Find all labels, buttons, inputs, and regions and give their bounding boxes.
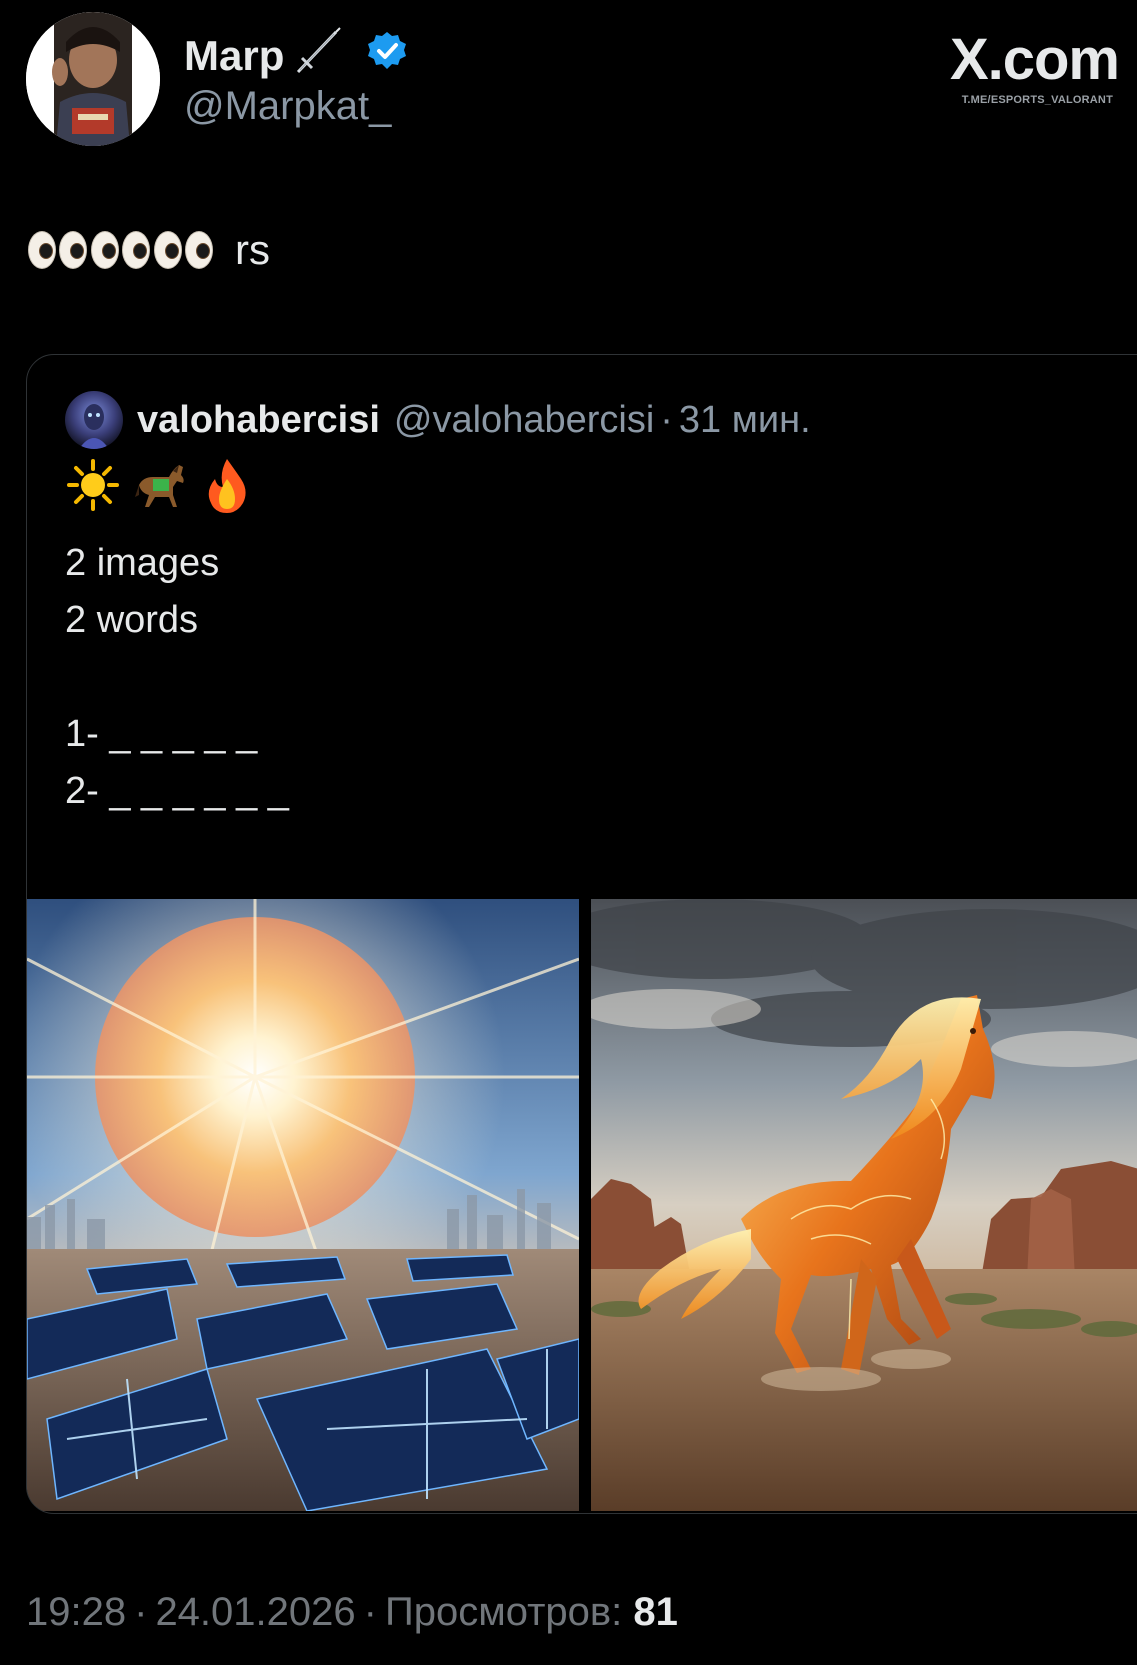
quoted-text-line: 2- _ _ _ _ _ _ <box>65 770 289 812</box>
quoted-author-avatar[interactable] <box>65 391 123 449</box>
separator-dot: · <box>660 398 673 441</box>
author-display-name-row[interactable]: Marp <box>184 26 344 86</box>
sword-icon <box>292 26 344 86</box>
eyes-emoji <box>91 231 150 269</box>
x-logo: X.com <box>949 27 1120 92</box>
quoted-tweet-text: 2 images 2 words 1- _ _ _ _ _ 2- _ _ _ _… <box>65 535 289 820</box>
brand-watermark: X.com T.ME/ESPORTS_VALORANT <box>949 27 1120 107</box>
views-label: Просмотров: <box>384 1590 623 1634</box>
quoted-media-grid <box>27 899 1137 1511</box>
fire-horse-in-desert-image[interactable] <box>591 899 1137 1511</box>
tweet-date[interactable]: 24.01.2026 <box>155 1590 355 1634</box>
avatar-image <box>26 12 160 146</box>
quoted-tweet-header: valohabercisi @valohabercisi · 31 мин. <box>65 391 811 449</box>
watermark-text: T.ME/ESPORTS_VALORANT <box>961 94 1113 106</box>
eyes-emoji <box>154 231 213 269</box>
quoted-text-line: 2 images <box>65 542 220 584</box>
separator-dot: · <box>134 1590 148 1634</box>
views-count[interactable]: 81 <box>633 1590 678 1634</box>
quoted-text-line: 2 words <box>65 599 199 641</box>
quoted-text-line: 1- _ _ _ _ _ <box>65 713 258 755</box>
author-display-name[interactable]: Marp <box>184 32 284 80</box>
quoted-tweet-card[interactable]: valohabercisi @valohabercisi · 31 мин. 2… <box>26 354 1137 1514</box>
tweet-text: rs <box>28 222 270 278</box>
tweet-time[interactable]: 19:28 <box>26 1590 126 1634</box>
sun-over-solar-panels-image[interactable] <box>27 899 579 1511</box>
separator-dot: · <box>363 1590 377 1634</box>
quoted-emoji-row <box>67 457 251 517</box>
tweet-text-content: rs <box>235 226 270 273</box>
author-handle[interactable]: @Marpkat_ <box>184 82 391 130</box>
tweet-meta-footer: 19:28 · 24.01.2026 · Просмотров: 81 <box>26 1588 678 1636</box>
quoted-tweet-time[interactable]: 31 мин. <box>679 399 811 442</box>
eyes-emoji-group <box>28 231 213 269</box>
quoted-text-line <box>65 649 289 706</box>
quoted-author-handle[interactable]: @valohabercisi <box>394 399 654 442</box>
quoted-author-display-name[interactable]: valohabercisi <box>137 399 380 442</box>
fire-emoji <box>203 457 251 518</box>
author-avatar[interactable] <box>26 12 160 146</box>
verified-badge-icon <box>366 30 408 72</box>
sun-emoji <box>67 458 119 516</box>
horse-emoji <box>133 459 189 516</box>
eyes-emoji <box>28 231 87 269</box>
